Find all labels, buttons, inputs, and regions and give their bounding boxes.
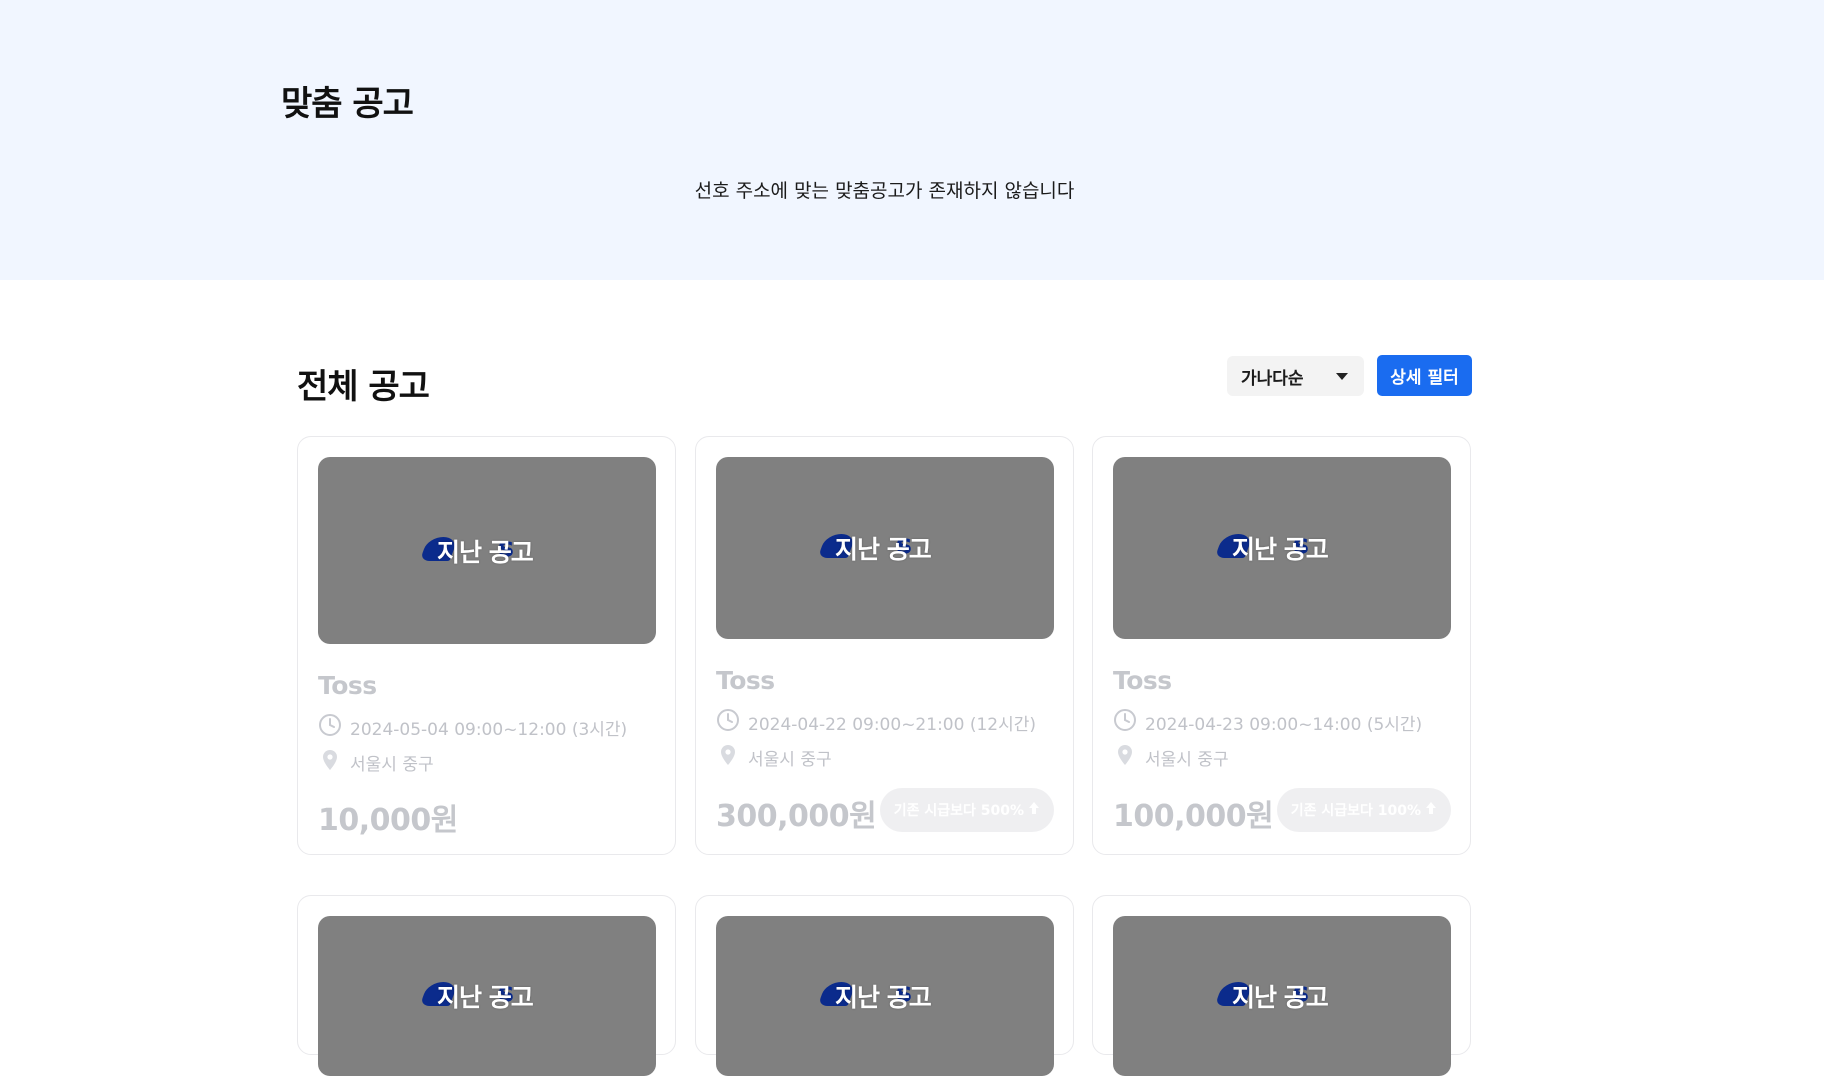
past-job-logo: s 지난 공고 xyxy=(318,976,656,1016)
past-job-logo: s 지난 공고 xyxy=(716,528,1054,568)
past-job-label: 지난 공고 xyxy=(437,983,534,1012)
wage-increase-badge: 기존 시급보다 500% xyxy=(879,788,1054,832)
wage-increase-badge: 기존 시급보다 100% xyxy=(1276,788,1451,832)
location-pin-icon xyxy=(1113,743,1137,772)
job-thumbnail: s 지난 공고 xyxy=(318,457,656,644)
job-schedule-text: 2024-04-22 09:00~21:00 (12시간) xyxy=(748,715,1037,735)
job-card[interactable]: s 지난 공고 Toss 2024-05-04 09:00~12:00 (3시간) 서울… xyxy=(297,436,676,855)
job-card[interactable]: s 지난 공고 xyxy=(297,895,676,1076)
recommended-title: 맞춤 공고 xyxy=(281,84,414,124)
job-thumbnail: s 지난 공고 xyxy=(318,916,656,1076)
recommended-section: 맞춤 공고 선호 주소에 맞는 맞춤공고가 존재하지 않습니다 xyxy=(0,0,1824,280)
clock-icon xyxy=(1113,708,1137,737)
job-company: Toss xyxy=(1113,666,1172,695)
job-thumbnail: s 지난 공고 xyxy=(1113,457,1451,639)
job-card[interactable]: s 지난 공고 Toss 2024-04-23 09:00~14:00 (5시간) 서울… xyxy=(1092,436,1471,855)
sort-select-value: 가나다순 xyxy=(1241,368,1304,389)
arrow-up-icon xyxy=(1028,801,1040,819)
job-company: Toss xyxy=(716,666,775,695)
job-schedule-text: 2024-04-23 09:00~14:00 (5시간) xyxy=(1145,715,1423,735)
arrow-up-icon xyxy=(1425,801,1437,819)
past-job-label: 지난 공고 xyxy=(1232,535,1329,564)
job-card[interactable]: s 지난 공고 xyxy=(695,895,1074,1076)
job-location: 서울시 중구 xyxy=(1113,743,1229,772)
all-jobs-title: 전체 공고 xyxy=(297,367,430,407)
job-thumbnail: s 지난 공고 xyxy=(716,916,1054,1076)
past-job-logo: s 지난 공고 xyxy=(1113,976,1451,1016)
wage-increase-text: 기존 시급보다 100% xyxy=(1290,803,1421,819)
job-location-text: 서울시 중구 xyxy=(1145,750,1229,770)
job-price: 100,000원 xyxy=(1113,799,1274,834)
job-schedule-text: 2024-05-04 09:00~12:00 (3시간) xyxy=(350,720,628,740)
job-schedule: 2024-04-22 09:00~21:00 (12시간) xyxy=(716,708,1036,737)
sort-select[interactable]: 가나다순 xyxy=(1227,356,1364,396)
location-pin-icon xyxy=(716,743,740,772)
clock-icon xyxy=(318,713,342,742)
past-job-logo: s 지난 공고 xyxy=(1113,528,1451,568)
clock-icon xyxy=(716,708,740,737)
job-schedule: 2024-04-23 09:00~14:00 (5시간) xyxy=(1113,708,1422,737)
location-pin-icon xyxy=(318,748,342,777)
job-card[interactable]: s 지난 공고 Toss 2024-04-22 09:00~21:00 (12시간) 서… xyxy=(695,436,1074,855)
recommended-empty-message: 선호 주소에 맞는 맞춤공고가 존재하지 않습니다 xyxy=(694,180,1075,202)
detail-filter-button[interactable]: 상세 필터 xyxy=(1377,355,1472,396)
past-job-label: 지난 공고 xyxy=(1232,983,1329,1012)
chevron-down-icon xyxy=(1336,373,1348,380)
job-location-text: 서울시 중구 xyxy=(350,755,434,775)
job-thumbnail: s 지난 공고 xyxy=(1113,916,1451,1076)
past-job-label: 지난 공고 xyxy=(835,535,932,564)
past-job-label: 지난 공고 xyxy=(437,537,534,567)
job-location: 서울시 중구 xyxy=(716,743,832,772)
past-job-logo: s 지난 공고 xyxy=(318,531,656,571)
job-price: 10,000원 xyxy=(318,803,458,838)
job-location-text: 서울시 중구 xyxy=(748,750,832,770)
job-location: 서울시 중구 xyxy=(318,748,434,777)
past-job-logo: s 지난 공고 xyxy=(716,976,1054,1016)
job-card[interactable]: s 지난 공고 xyxy=(1092,895,1471,1076)
job-thumbnail: s 지난 공고 xyxy=(716,457,1054,639)
past-job-label: 지난 공고 xyxy=(835,983,932,1012)
job-company: Toss xyxy=(318,671,377,700)
job-price: 300,000원 xyxy=(716,799,877,834)
wage-increase-text: 기존 시급보다 500% xyxy=(893,803,1024,819)
job-schedule: 2024-05-04 09:00~12:00 (3시간) xyxy=(318,713,627,742)
